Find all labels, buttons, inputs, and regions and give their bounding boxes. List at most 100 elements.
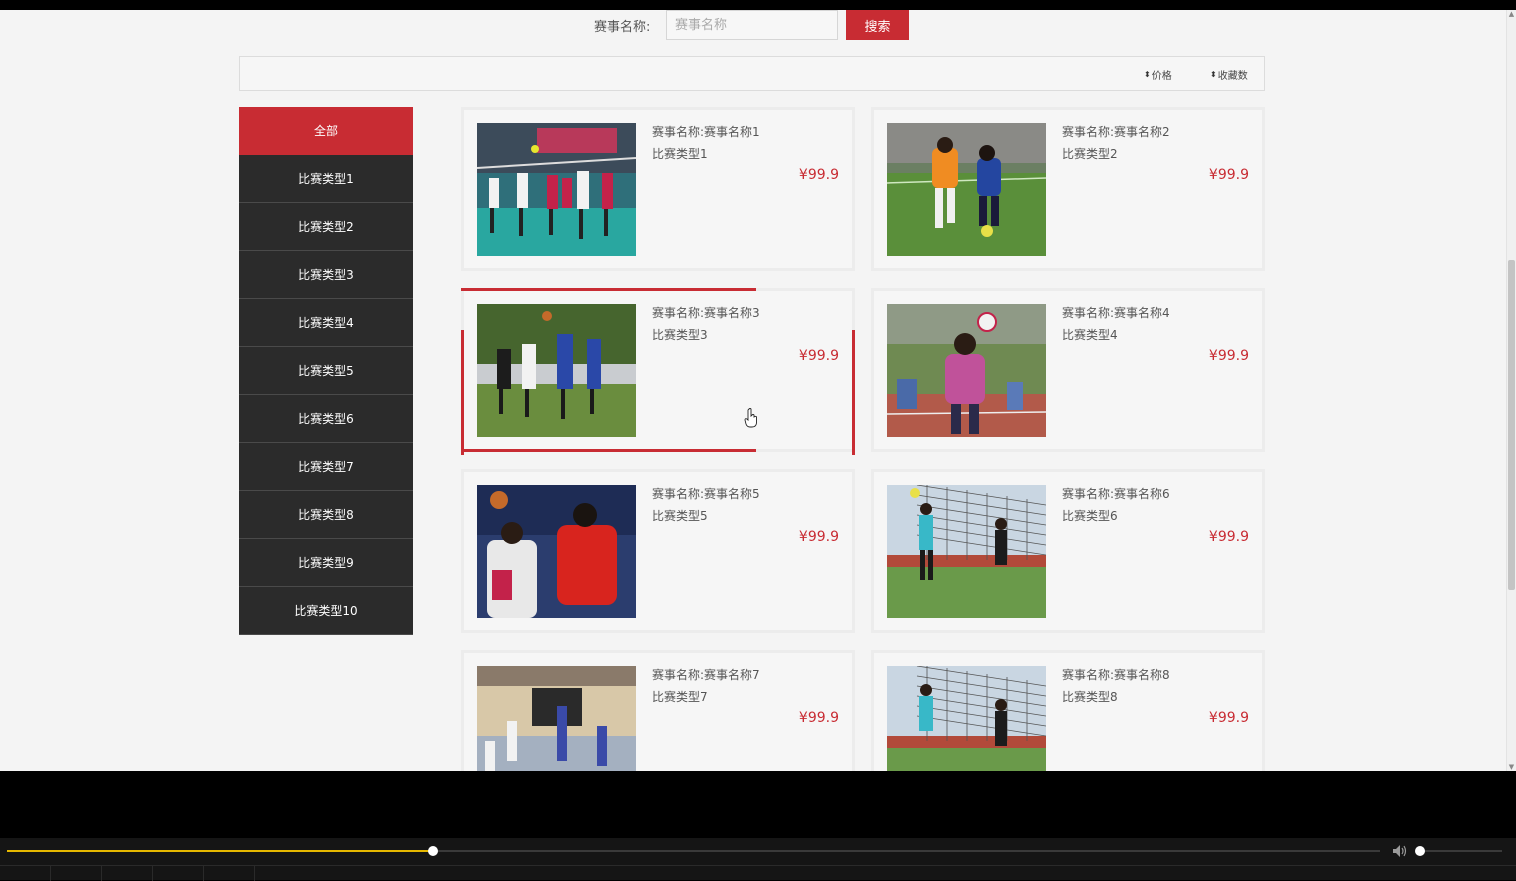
event-name-label: 赛事名称:: [1062, 487, 1115, 501]
event-name-row: 赛事名称:赛事名称4: [1062, 304, 1170, 321]
sort-by-favorites[interactable]: ⬍ 收藏数: [1210, 67, 1248, 82]
search-input[interactable]: [666, 10, 838, 40]
category-item[interactable]: 比赛类型2: [239, 203, 413, 251]
volleyball-indoor-photo[interactable]: [477, 123, 636, 256]
category-item[interactable]: 比赛类型7: [239, 443, 413, 491]
outdoor-volleyball-photo[interactable]: [887, 485, 1046, 618]
category-item[interactable]: 比赛类型10: [239, 587, 413, 635]
volleyball-juggling-photo[interactable]: [887, 304, 1046, 437]
event-name-row: 赛事名称:赛事名称3: [652, 304, 760, 321]
event-card[interactable]: 赛事名称:赛事名称4 比赛类型4 ¥99.9: [871, 288, 1265, 452]
event-name-label: 赛事名称:: [652, 487, 705, 501]
category-item[interactable]: 比赛类型4: [239, 299, 413, 347]
scroll-up-icon[interactable]: ▲: [1508, 10, 1515, 18]
event-type: 比赛类型6: [1062, 509, 1118, 523]
event-name-row: 赛事名称:赛事名称5: [652, 485, 760, 502]
event-type: 比赛类型2: [1062, 147, 1118, 161]
sort-by-price[interactable]: ⬍ 价格: [1144, 67, 1172, 82]
category-sidebar: 全部 比赛类型1 比赛类型2 比赛类型3 比赛类型4 比赛类型5 比赛类型6 比…: [239, 107, 413, 635]
event-name: 赛事名称2: [1114, 125, 1170, 139]
event-type: 比赛类型1: [652, 147, 708, 161]
event-card[interactable]: 赛事名称:赛事名称5 比赛类型5 ¥99.9: [461, 469, 855, 633]
event-type: 比赛类型5: [652, 509, 708, 523]
event-card[interactable]: 赛事名称:赛事名称1 比赛类型1 ¥99.9: [461, 107, 855, 271]
event-type: 比赛类型8: [1062, 690, 1118, 704]
playback-progress-fill: [7, 850, 433, 852]
sort-bar: ⬍ 价格 ⬍ 收藏数: [239, 56, 1265, 91]
event-name-label: 赛事名称:: [1062, 306, 1115, 320]
event-type: 比赛类型3: [652, 328, 708, 342]
event-type: 比赛类型4: [1062, 328, 1118, 342]
event-card[interactable]: 赛事名称:赛事名称6 比赛类型6 ¥99.9: [871, 469, 1265, 633]
event-name: 赛事名称1: [704, 125, 760, 139]
player-strip-segment: [203, 866, 255, 881]
kids-soccer-photo[interactable]: [887, 123, 1046, 256]
event-name: 赛事名称7: [704, 668, 760, 682]
sort-favorites-label: 收藏数: [1217, 71, 1248, 82]
video-player-controls: [0, 838, 1516, 881]
category-item[interactable]: 比赛类型3: [239, 251, 413, 299]
player-strip-segment: [50, 866, 102, 881]
event-name: 赛事名称6: [1114, 487, 1170, 501]
player-strip-segment: [152, 866, 204, 881]
volume-icon[interactable]: [1392, 844, 1408, 858]
playback-progress-knob[interactable]: [427, 846, 438, 856]
outdoor-volleyball-photo[interactable]: [887, 666, 1046, 771]
player-bottom-strip: [0, 865, 1516, 881]
sort-icon: ⬍: [1144, 70, 1151, 79]
event-type: 比赛类型7: [652, 690, 708, 704]
category-item[interactable]: 比赛类型5: [239, 347, 413, 395]
event-card[interactable]: 赛事名称:赛事名称7 比赛类型7 ¥99.9: [461, 650, 855, 771]
hover-border-bottom: [461, 449, 756, 452]
event-name-row: 赛事名称:赛事名称6: [1062, 485, 1170, 502]
event-price: ¥99.9: [1208, 167, 1249, 183]
scrollbar-thumb[interactable]: [1508, 260, 1515, 590]
event-card[interactable]: 赛事名称:赛事名称8 比赛类型8 ¥99.9: [871, 650, 1265, 771]
search-button[interactable]: 搜索: [846, 10, 909, 40]
category-all[interactable]: 全部: [239, 107, 413, 155]
sort-price-label: 价格: [1151, 71, 1172, 82]
playback-progress-bar[interactable]: [7, 850, 1380, 852]
gym-basketball-photo[interactable]: [477, 666, 636, 771]
event-card[interactable]: 赛事名称:赛事名称2 比赛类型2 ¥99.9: [871, 107, 1265, 271]
category-item[interactable]: 比赛类型8: [239, 491, 413, 539]
event-name-row: 赛事名称:赛事名称7: [652, 666, 760, 683]
player-strip-segment: [0, 866, 51, 881]
volume-knob[interactable]: [1415, 846, 1426, 856]
event-name-label: 赛事名称:: [652, 125, 705, 139]
event-name: 赛事名称3: [704, 306, 760, 320]
event-price: ¥99.9: [798, 529, 839, 545]
category-item[interactable]: 比赛类型6: [239, 395, 413, 443]
page-viewport: 赛事名称: 搜索 ⬍ 价格 ⬍ 收藏数 全部 比赛类型1 比赛类型2 比赛类型3…: [0, 10, 1516, 771]
outdoor-basketball-photo[interactable]: [477, 304, 636, 437]
china-basketball-photo[interactable]: [477, 485, 636, 618]
search-label: 赛事名称:: [594, 20, 651, 35]
event-name-label: 赛事名称:: [1062, 125, 1115, 139]
event-name-row: 赛事名称:赛事名称2: [1062, 123, 1170, 140]
scroll-down-icon[interactable]: ▼: [1508, 763, 1515, 771]
event-name-label: 赛事名称:: [652, 306, 705, 320]
hover-border-top: [461, 288, 756, 291]
event-name: 赛事名称5: [704, 487, 760, 501]
category-item[interactable]: 比赛类型1: [239, 155, 413, 203]
event-price: ¥99.9: [1208, 710, 1249, 726]
event-name-label: 赛事名称:: [652, 668, 705, 682]
player-strip-segment: [101, 866, 153, 881]
vertical-scrollbar[interactable]: ▲ ▼: [1506, 10, 1516, 771]
hand-cursor-icon: [744, 408, 757, 428]
event-name: 赛事名称8: [1114, 668, 1170, 682]
event-name-row: 赛事名称:赛事名称1: [652, 123, 760, 140]
event-price: ¥99.9: [798, 348, 839, 364]
event-price: ¥99.9: [1208, 348, 1249, 364]
search-bar: 赛事名称: 搜索: [0, 10, 1506, 40]
event-name: 赛事名称4: [1114, 306, 1170, 320]
event-card-hovered[interactable]: 赛事名称:赛事名称3 比赛类型3 ¥99.9: [461, 288, 855, 455]
hover-border-right: [852, 330, 855, 455]
volume-slider[interactable]: [1416, 850, 1502, 852]
event-price: ¥99.9: [798, 710, 839, 726]
category-item[interactable]: 比赛类型9: [239, 539, 413, 587]
hover-border-left: [461, 330, 464, 455]
event-price: ¥99.9: [798, 167, 839, 183]
event-price: ¥99.9: [1208, 529, 1249, 545]
event-name-label: 赛事名称:: [1062, 668, 1115, 682]
